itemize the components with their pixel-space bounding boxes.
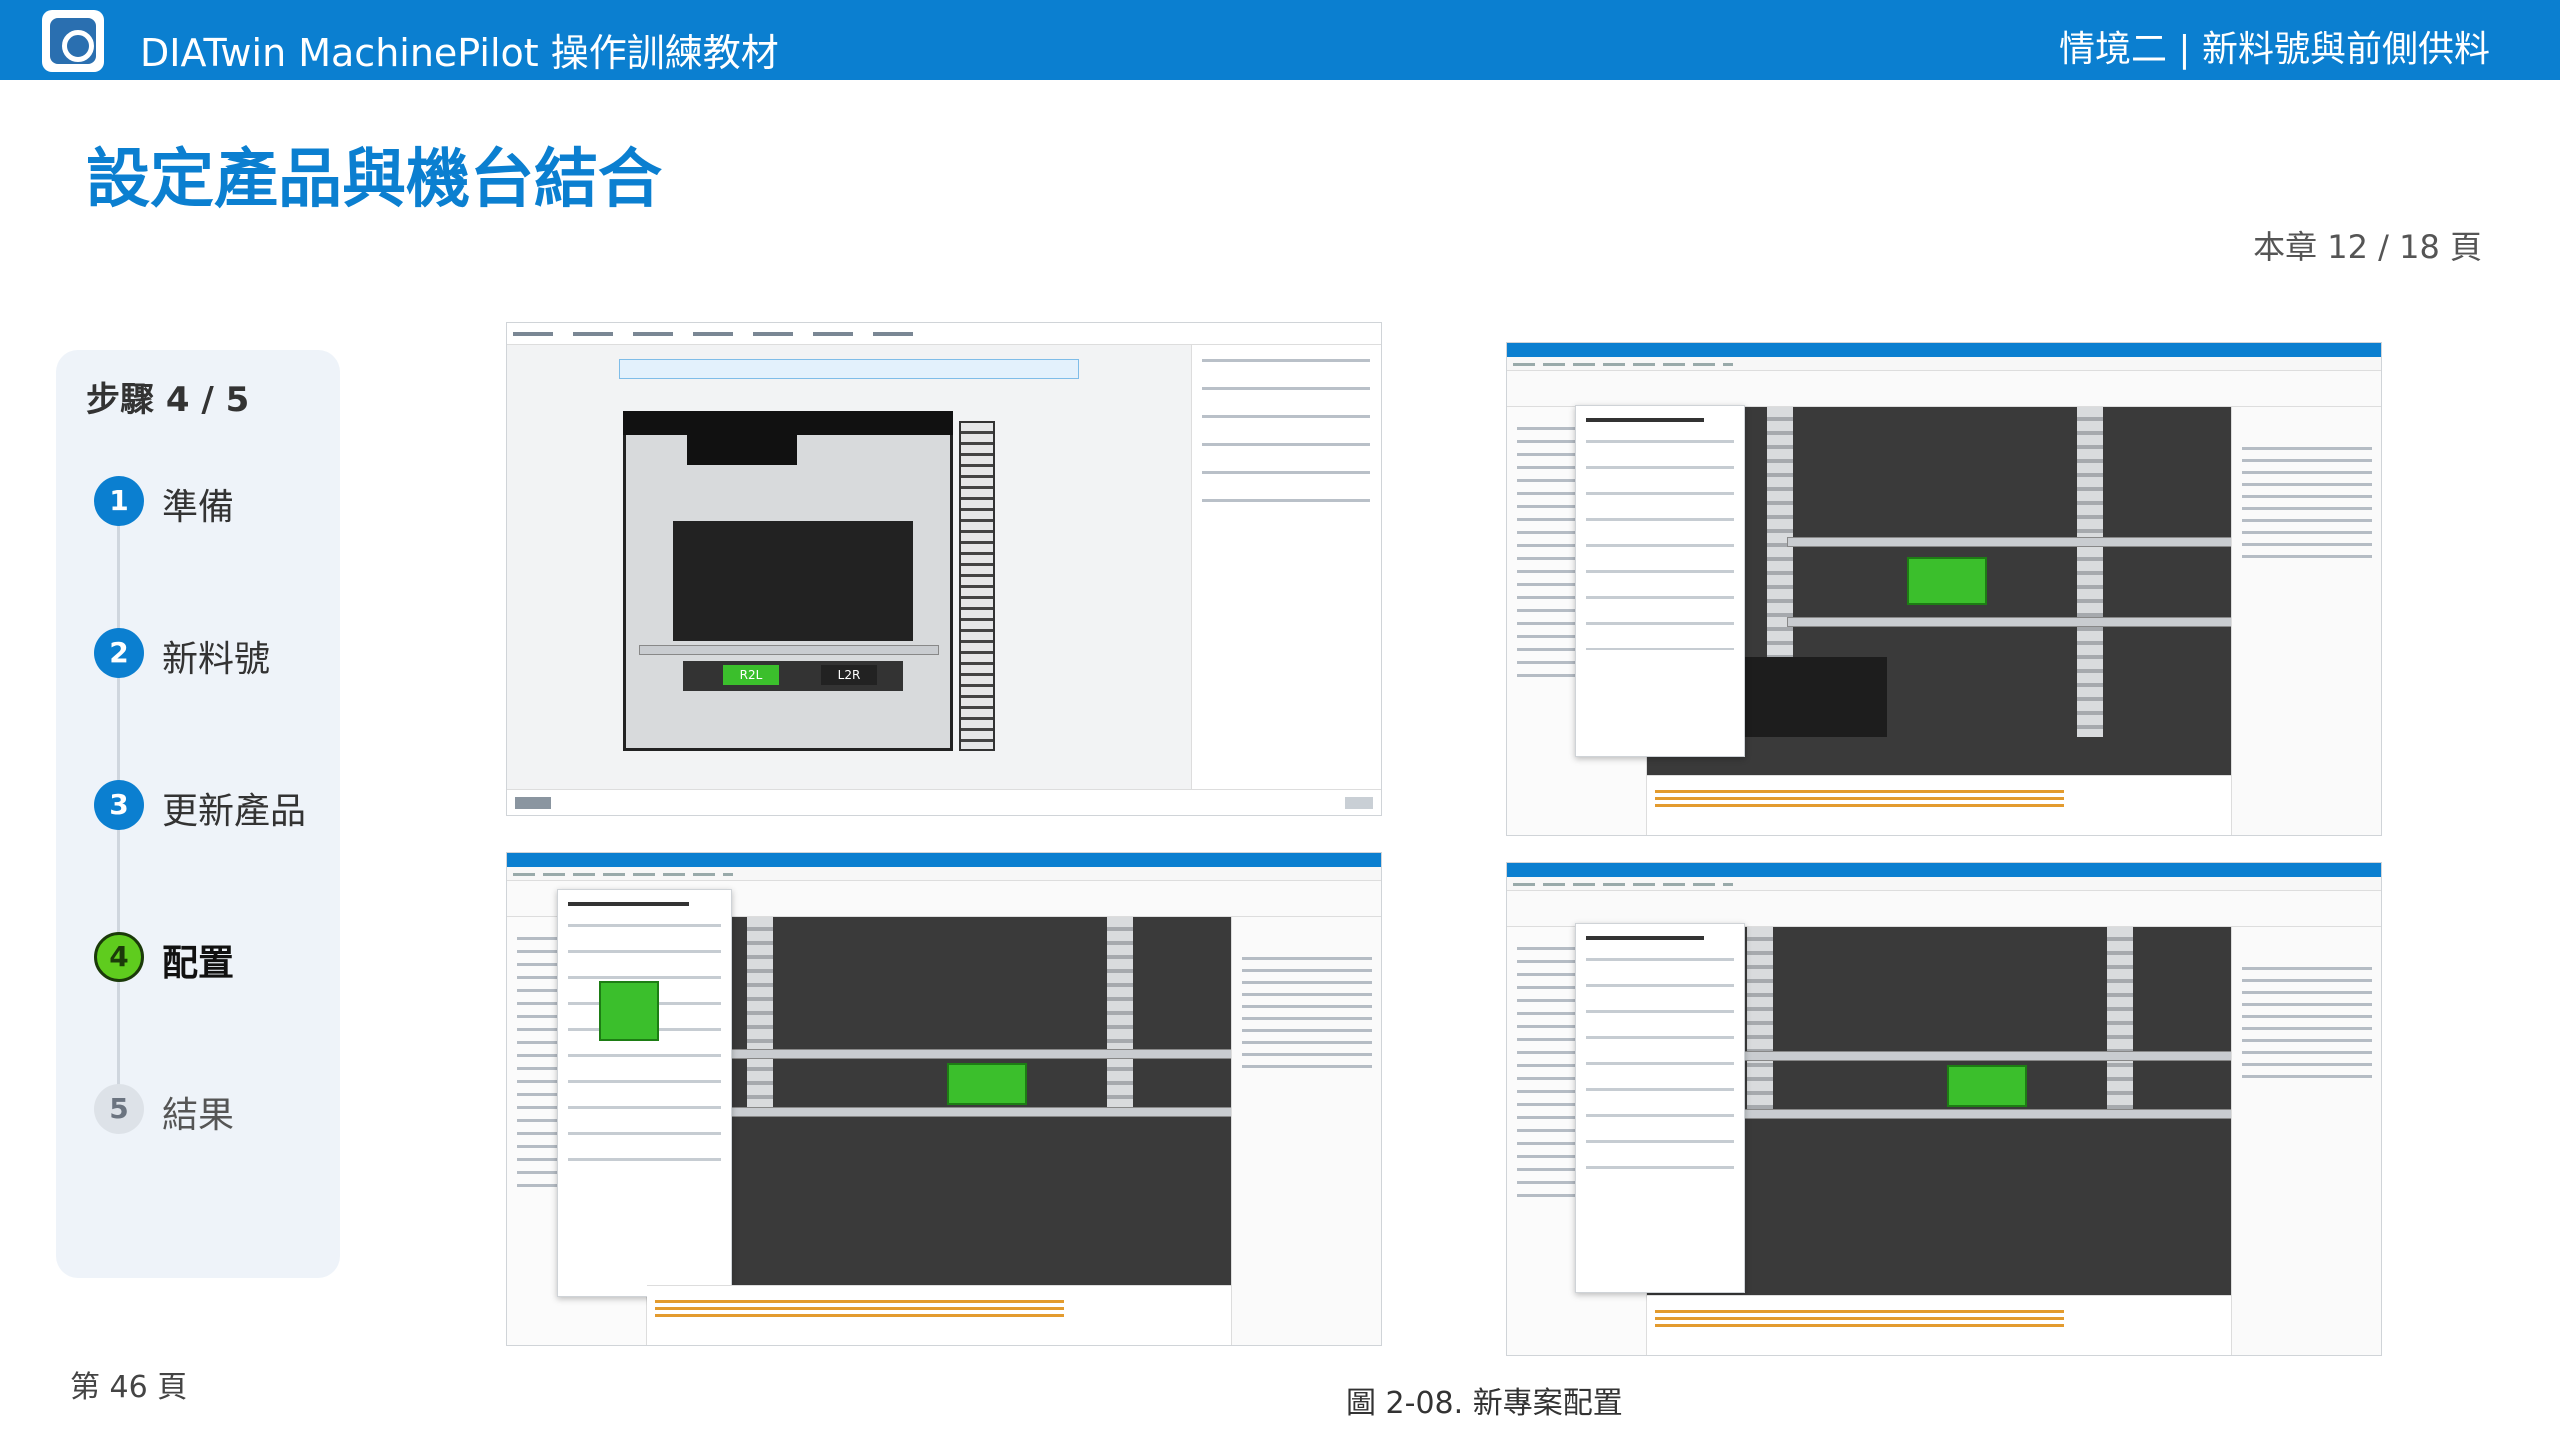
screenshot-console [1647,775,2231,835]
step-number-badge: 1 [94,476,144,526]
screenshot-menubar [507,867,1381,881]
step-label: 新料號 [162,639,271,680]
step-label: 準備 [162,487,235,528]
machine-rail [647,1049,1231,1059]
step-item-5: 5 結果 [94,1082,324,1142]
step-number-badge: 5 [94,1084,144,1134]
machine-rail [647,1107,1231,1117]
screenshot-bottom-bar [507,789,1381,815]
screenshot-console [647,1285,1231,1345]
step-number-badge: 3 [94,780,144,830]
chapter-title: 情境二 | 新料號與前側供料 [2058,29,2490,70]
screenshot-3d-view [647,917,1231,1285]
machine-rail [1787,537,2231,547]
screenshot-product-assembly-panel [1575,923,1745,1293]
label-l2r: L2R [821,665,877,685]
screenshot-adjust-orientation [1506,342,2382,836]
machine-side-ladder [959,421,995,751]
footer-page-number: 第 46 頁 [70,1370,188,1405]
screenshot-titlebar [1507,343,2381,357]
screenshot-attachment-point [506,852,1382,1346]
screenshot-component-list [2231,927,2381,1355]
pcb-preview [599,981,659,1041]
machine-column [1107,917,1133,1117]
screenshot-conveyor-width [1506,862,2382,1356]
pcb-board [947,1063,1027,1105]
machine-column [2077,407,2103,737]
screenshot-recipe-position: R2L L2R [506,322,1382,816]
page-title: 設定產品與機台結合 [86,143,662,217]
steps-title: 步驟 4 / 5 [86,380,250,420]
label-r2l: R2L [723,665,779,685]
screenshot-product-assembly-panel [557,889,732,1297]
screenshot-component-list [1231,917,1381,1345]
step-item-4-current: 4 配置 [94,930,324,990]
machine-cavity [673,521,913,641]
app-logo-icon [42,10,104,72]
step-number-badge: 2 [94,628,144,678]
header-bar: DIATwin MachinePilot 操作訓練教材 情境二 | 新料號與前側… [0,0,2560,80]
step-label: 結果 [162,1095,235,1136]
machine-top-beam [623,411,953,435]
machine-rail [639,645,939,655]
machine-rail [1787,617,2231,627]
step-label: 配置 [162,943,235,984]
step-item-2: 2 新料號 [94,626,324,686]
machine-column [747,917,773,1117]
screenshot-stepper [507,323,1381,345]
screenshot-toolbar [1507,371,2381,407]
step-number-badge: 4 [94,932,144,982]
screenshot-menubar [1507,877,2381,891]
step-label: 更新產品 [162,791,307,832]
screenshot-product-assembly-panel [1575,405,1745,757]
pcb-board [1907,557,1987,605]
screenshot-info-banner [619,359,1079,379]
machine-column [1747,927,1773,1117]
machine-head [687,435,797,465]
screenshot-canvas: R2L L2R [507,345,1193,789]
screenshot-toolbar [1507,891,2381,927]
screenshot-titlebar [507,853,1381,867]
step-item-1: 1 準備 [94,474,324,534]
brand-title: DIATwin MachinePilot 操作訓練教材 [140,31,779,75]
screenshot-menubar [1507,357,2381,371]
screenshot-component-list [2231,407,2381,835]
pcb-board [1947,1065,2027,1107]
steps-panel: 步驟 4 / 5 1 準備 2 新料號 3 更新產品 4 配置 5 結果 [56,350,340,1278]
machine-column [2107,927,2133,1117]
chapter-page-counter: 本章 12 / 18 頁 [2253,228,2482,266]
screenshot-titlebar [1507,863,2381,877]
step-item-3: 3 更新產品 [94,778,324,838]
screenshot-console [1647,1295,2231,1355]
screenshot-side-panel [1191,345,1381,789]
figure-caption: 圖 2-08. 新專案配置 [1346,1386,1623,1421]
